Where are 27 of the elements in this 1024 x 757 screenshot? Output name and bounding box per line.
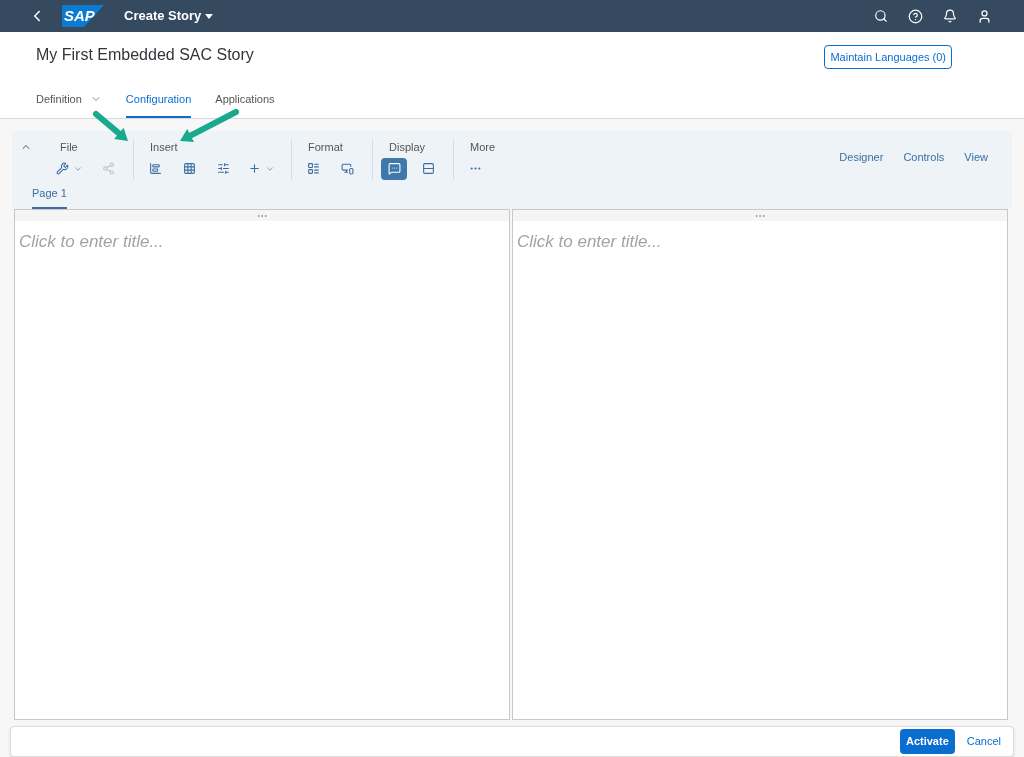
tab[interactable]: Configuration xyxy=(125,90,192,118)
group-label: File xyxy=(60,140,79,155)
user-icon[interactable] xyxy=(977,8,992,24)
annotation-arrow xyxy=(93,111,128,141)
page-title: My First Embedded SAC Story xyxy=(36,45,254,65)
cancel-button[interactable]: Cancel xyxy=(966,733,1001,750)
toolbar-button[interactable] xyxy=(381,157,407,180)
group-label: More xyxy=(470,140,496,155)
drag-handle[interactable] xyxy=(513,210,1007,221)
logo: SAP xyxy=(62,5,104,27)
mode-button[interactable]: View xyxy=(964,149,988,166)
caret-icon xyxy=(205,13,214,19)
activate-button[interactable]: Activate xyxy=(899,729,955,754)
drag-handle[interactable] xyxy=(15,210,509,221)
mode-button[interactable]: Controls xyxy=(903,149,945,166)
group-label: Insert xyxy=(150,140,179,155)
bell-icon[interactable] xyxy=(943,9,957,23)
tab[interactable]: Applications xyxy=(215,90,275,118)
maintain-languages-button[interactable]: Maintain Languages (0) xyxy=(824,44,952,70)
group-label: Display xyxy=(389,140,427,155)
annotation-arrow xyxy=(180,109,239,142)
group-label: Format xyxy=(308,140,344,155)
story-title-menu[interactable]: Create Story xyxy=(124,6,214,26)
mode-button[interactable]: Designer xyxy=(839,149,884,166)
tab[interactable]: Definition xyxy=(36,90,102,118)
help-icon[interactable] xyxy=(908,8,923,24)
search-icon[interactable] xyxy=(874,9,888,23)
